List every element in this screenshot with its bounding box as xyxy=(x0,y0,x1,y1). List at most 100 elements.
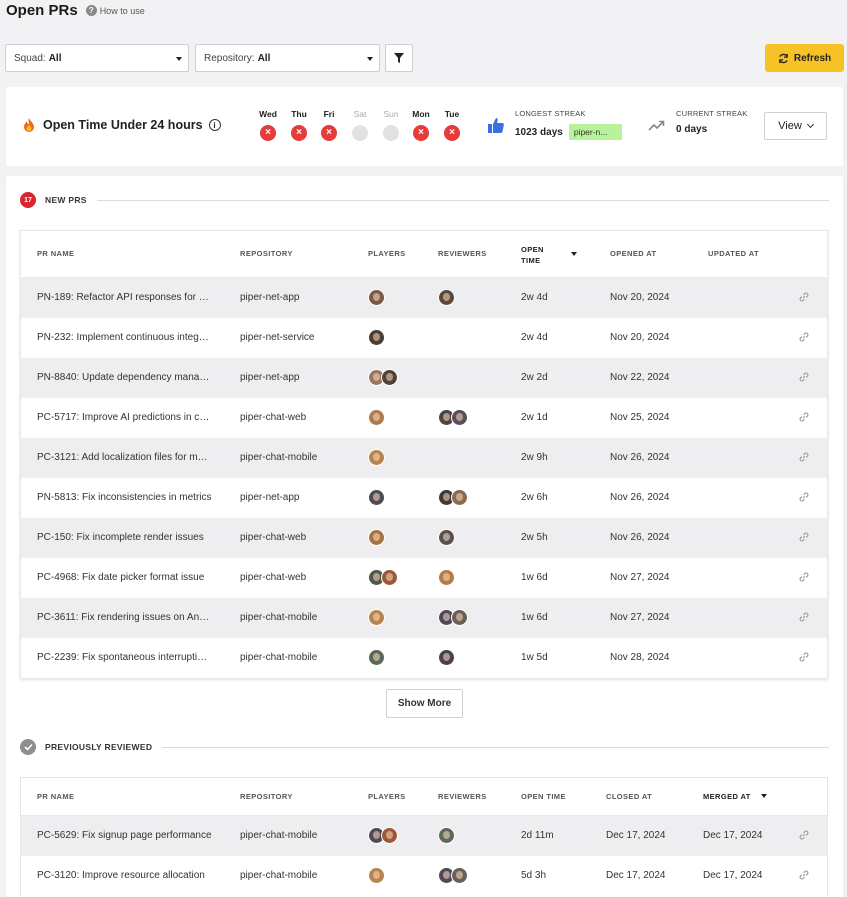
table-row[interactable]: PC-5717: Improve AI predictions in chat p… xyxy=(21,398,827,438)
avatar[interactable] xyxy=(438,569,455,586)
avatar[interactable] xyxy=(381,569,398,586)
col-updated-at[interactable]: UPDATED AT xyxy=(708,249,759,258)
table-row[interactable]: PC-150: Fix incomplete render issues pipe… xyxy=(21,518,827,558)
avatar[interactable] xyxy=(368,489,385,506)
filter-button[interactable] xyxy=(385,44,413,72)
col-repository[interactable]: REPOSITORY xyxy=(240,249,293,258)
avatar[interactable] xyxy=(381,369,398,386)
link-icon[interactable] xyxy=(799,412,809,425)
avatar[interactable] xyxy=(368,449,385,466)
closed-at: Dec 17, 2024 xyxy=(606,870,666,881)
link-icon[interactable] xyxy=(799,612,809,625)
link-icon[interactable] xyxy=(799,292,809,305)
table-row[interactable]: PC-3120: Improve resource allocation pipe… xyxy=(21,856,827,896)
col-merged-at[interactable]: MERGED AT xyxy=(703,792,751,801)
col-open-time[interactable]: OPEN TIME xyxy=(521,792,566,801)
link-icon[interactable] xyxy=(799,532,809,545)
avatar[interactable] xyxy=(368,649,385,666)
table-row[interactable]: PN-189: Refactor API responses for bette… xyxy=(21,278,827,318)
opened-at: Nov 20, 2024 xyxy=(610,292,670,303)
reviewers-avatars xyxy=(438,409,468,426)
table-row[interactable]: PN-232: Implement continuous integration… xyxy=(21,318,827,358)
players-avatars xyxy=(368,569,398,586)
day-mon: Mon × xyxy=(406,109,436,141)
open-time: 2w 2d xyxy=(521,372,548,383)
link-icon[interactable] xyxy=(799,830,809,843)
col-pr-name[interactable]: PR NAME xyxy=(37,792,74,801)
table-row[interactable]: PC-5629: Fix signup page performance pipe… xyxy=(21,816,827,856)
view-dropdown-button[interactable]: View xyxy=(764,112,827,140)
col-reviewers[interactable]: REVIEWERS xyxy=(438,249,487,258)
open-time: 1w 6d xyxy=(521,572,548,583)
col-players[interactable]: PLAYERS xyxy=(368,249,406,258)
repository-select[interactable]: Repository: All xyxy=(195,44,380,72)
avatar[interactable] xyxy=(368,289,385,306)
sort-desc-icon[interactable] xyxy=(571,252,577,256)
link-icon[interactable] xyxy=(799,372,809,385)
avatar[interactable] xyxy=(438,289,455,306)
link-icon[interactable] xyxy=(799,652,809,665)
open-time: 2w 4d xyxy=(521,332,548,343)
thumbs-up-icon xyxy=(488,118,504,133)
avatar[interactable] xyxy=(438,649,455,666)
table-row[interactable]: PC-2239: Fix spontaneous interruptions pi… xyxy=(21,638,827,678)
new-prs-count-badge: 17 xyxy=(20,192,36,208)
col-players[interactable]: PLAYERS xyxy=(368,792,406,801)
sort-desc-icon[interactable] xyxy=(761,794,767,798)
link-icon[interactable] xyxy=(799,332,809,345)
col-closed-at[interactable]: CLOSED AT xyxy=(606,792,652,801)
col-open-time-line2: TIME xyxy=(521,256,541,265)
avatar[interactable] xyxy=(438,827,455,844)
day-label: Thu xyxy=(291,109,307,119)
day-label: Sun xyxy=(383,109,399,119)
open-time: 2w 4d xyxy=(521,292,548,303)
repository-select-value: All xyxy=(257,52,271,64)
day-sat: Sat xyxy=(345,109,375,141)
col-opened-at[interactable]: OPENED AT xyxy=(610,249,657,258)
reviewed-prs-rows: PC-5629: Fix signup page performance pipe… xyxy=(21,816,827,896)
avatar[interactable] xyxy=(368,529,385,546)
avatar[interactable] xyxy=(368,867,385,884)
refresh-button[interactable]: Refresh xyxy=(765,44,844,72)
avatar[interactable] xyxy=(451,609,468,626)
avatar[interactable] xyxy=(438,529,455,546)
col-reviewers[interactable]: REVIEWERS xyxy=(438,792,487,801)
chevron-down-icon xyxy=(806,120,814,129)
avatar[interactable] xyxy=(368,329,385,346)
avatar[interactable] xyxy=(451,867,468,884)
avatar[interactable] xyxy=(368,409,385,426)
players-avatars xyxy=(368,329,385,346)
link-icon[interactable] xyxy=(799,452,809,465)
section-divider xyxy=(162,746,829,748)
table-row[interactable]: PN-5813: Fix inconsistencies in metrics p… xyxy=(21,478,827,518)
col-pr-name[interactable]: PR NAME xyxy=(37,249,74,258)
avatar[interactable] xyxy=(381,827,398,844)
col-open-time[interactable]: OPEN TIME xyxy=(521,244,544,266)
pr-lists-panel: 17 NEW PRS PR NAME REPOSITORY PLAYERS RE… xyxy=(6,176,843,897)
show-more-button[interactable]: Show More xyxy=(386,689,463,718)
info-icon[interactable]: i xyxy=(208,119,221,131)
pr-name: PN-189: Refactor API responses for bette… xyxy=(37,292,212,303)
players-avatars xyxy=(368,449,385,466)
how-to-use-link[interactable]: ? How to use xyxy=(85,5,145,16)
avatar[interactable] xyxy=(451,489,468,506)
longest-streak-label: LONGEST STREAK xyxy=(515,109,586,118)
link-icon[interactable] xyxy=(799,572,809,585)
col-repository[interactable]: REPOSITORY xyxy=(240,792,293,801)
players-avatars xyxy=(368,289,385,306)
empty-circle-icon xyxy=(352,125,368,141)
avatar[interactable] xyxy=(368,609,385,626)
table-row[interactable]: PC-3611: Fix rendering issues on Android… xyxy=(21,598,827,638)
link-icon[interactable] xyxy=(799,870,809,883)
section-divider xyxy=(96,199,829,201)
table-row[interactable]: PC-3121: Add localization files for mobi… xyxy=(21,438,827,478)
squad-select[interactable]: Squad: All xyxy=(5,44,189,72)
trending-up-icon xyxy=(648,120,665,131)
table-row[interactable]: PC-4968: Fix date picker format issue pip… xyxy=(21,558,827,598)
avatar[interactable] xyxy=(451,409,468,426)
pr-name: PC-4968: Fix date picker format issue xyxy=(37,572,205,583)
table-row[interactable]: PN-8840: Update dependency management sc… xyxy=(21,358,827,398)
link-icon[interactable] xyxy=(799,492,809,505)
reviewers-avatars xyxy=(438,489,468,506)
pr-name: PC-3120: Improve resource allocation xyxy=(37,870,205,881)
